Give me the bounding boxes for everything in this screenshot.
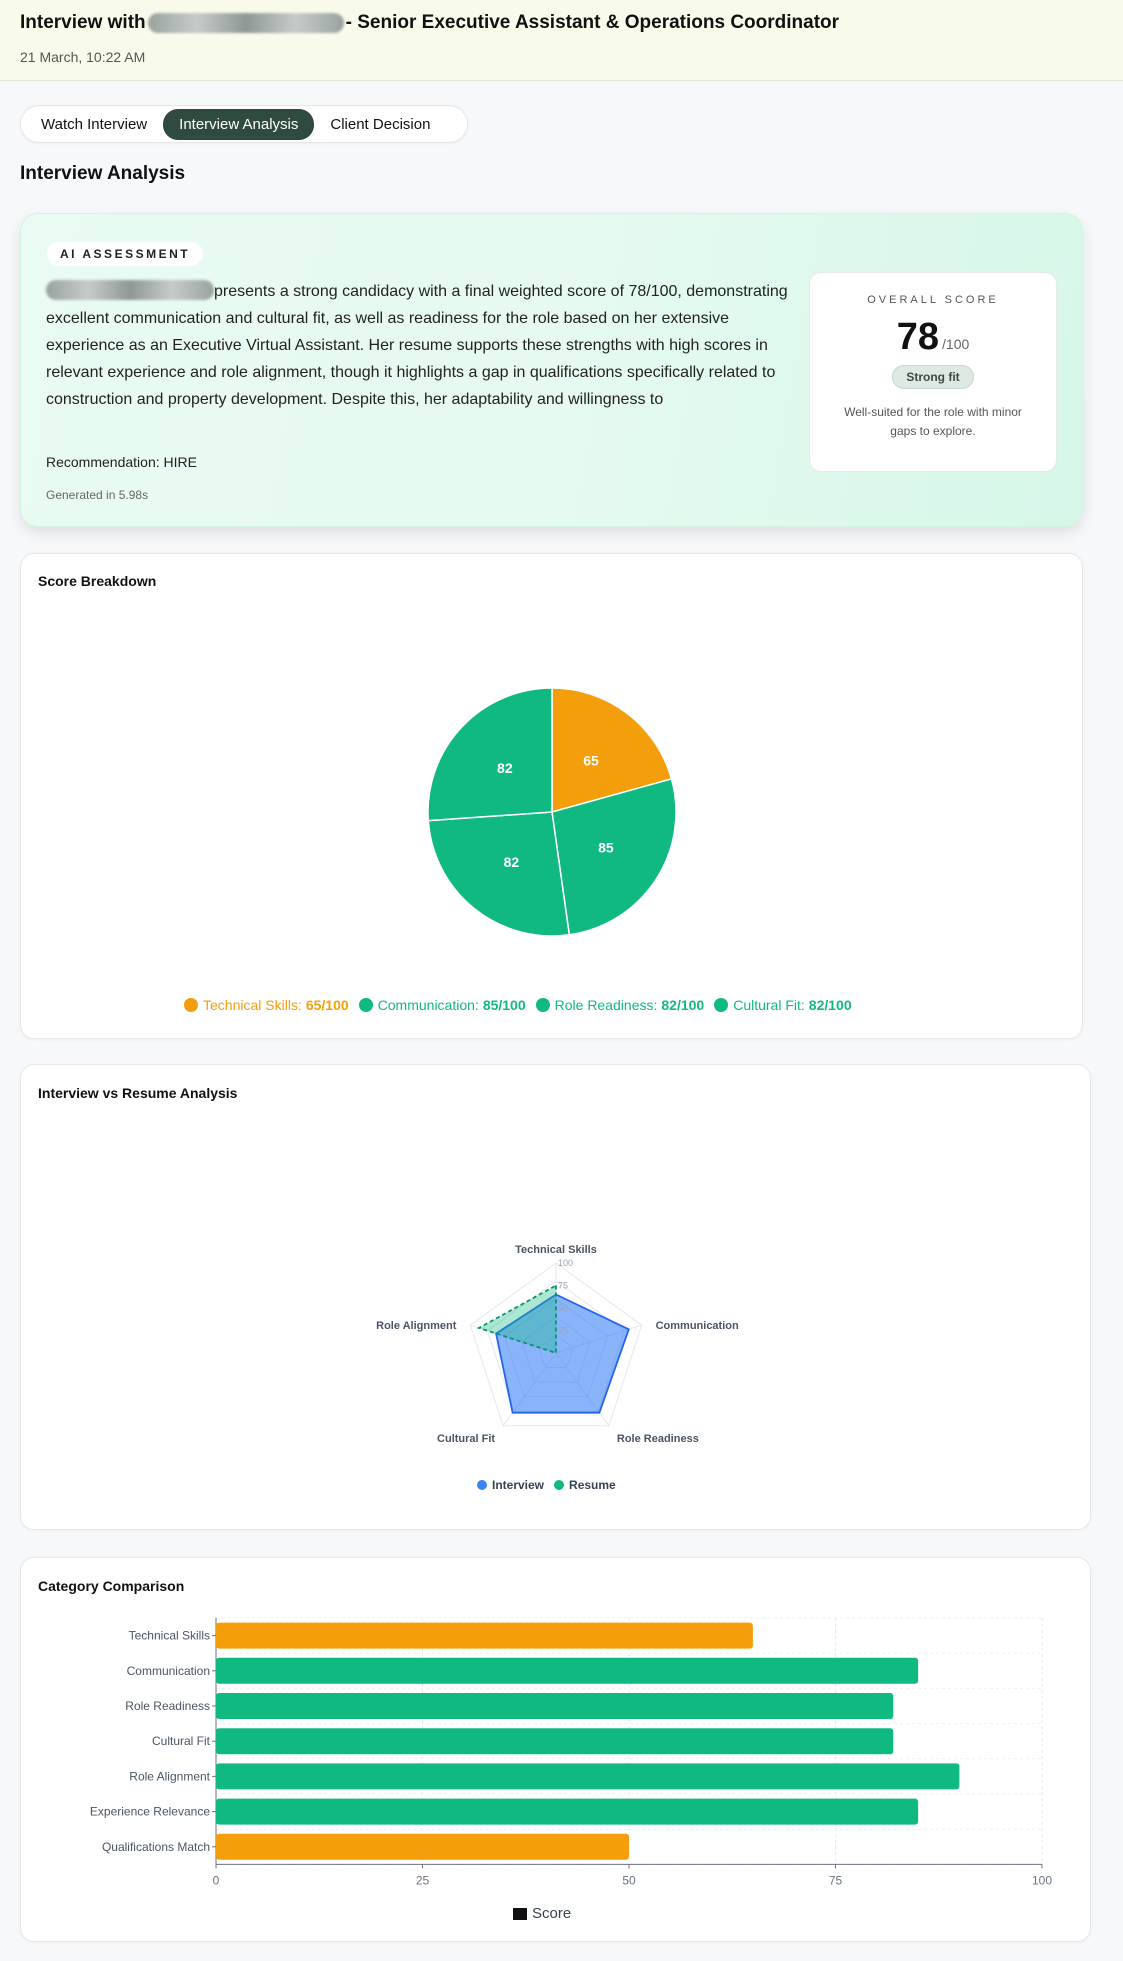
recommendation: Recommendation: HIRE [46, 454, 197, 470]
bar-category-label-qualifications-match: Qualifications Match [102, 1840, 210, 1854]
legend-dot-icon [358, 998, 373, 1012]
bar-legend-item-score[interactable]: Score [513, 1905, 571, 1922]
bar-x-tick-label: 0 [213, 1873, 220, 1887]
pie-label-cultural-fit: 82 [497, 760, 513, 776]
pie-legend-item-role-readiness[interactable]: Role Readiness: 82/100 [535, 997, 705, 1013]
overall-score-max: /100 [942, 336, 970, 352]
legend-value: 82/100 [661, 997, 705, 1013]
category-comparison-card: Category Comparison Technical Skills Comm… [20, 1557, 1091, 1942]
bar-chart-title: Category Comparison [38, 1578, 185, 1594]
pie-legend-item-technical-skills[interactable]: Technical Skills: 65/100 [184, 997, 349, 1013]
page-header: Interview with - Senior Executive Assist… [0, 0, 1123, 81]
fit-badge: Strong fit [892, 365, 974, 389]
bar-legend: Score [513, 1905, 581, 1922]
legend-label: Resume [569, 1478, 616, 1492]
score-breakdown-pie-chart: 65 85 82 82 [427, 687, 677, 937]
bar-category-label-role-readiness: Role Readiness [125, 1699, 210, 1713]
bar-category-label-technical-skills: Technical Skills [129, 1629, 210, 1643]
tab-client-decision[interactable]: Client Decision [314, 109, 446, 140]
bar-category-label-experience-relevance: Experience Relevance [90, 1805, 210, 1819]
radar-tick-label: 75 [558, 1281, 568, 1291]
bar-x-tick-label: 25 [416, 1873, 430, 1887]
radar-axis-label-role-alignment: Role Alignment [376, 1320, 457, 1332]
legend-value: 65/100 [305, 997, 349, 1013]
section-title: Interview Analysis [20, 163, 186, 184]
radar-tick-label: 50 [558, 1303, 568, 1313]
bar-role-alignment[interactable] [216, 1763, 960, 1790]
legend-dot-icon [477, 1480, 487, 1490]
pie-slice-cultural-fit[interactable] [427, 687, 553, 822]
ai-assessment-card: AI ASSESSMENT presents a strong candidac… [20, 213, 1083, 527]
legend-swatch-icon [513, 1907, 527, 1920]
score-breakdown-card: Score Breakdown 65 85 82 82 Technical Skill… [20, 553, 1083, 1039]
bar-communication[interactable] [216, 1657, 919, 1684]
bar-role-readiness[interactable] [216, 1693, 894, 1719]
bar-qualifications-match[interactable] [216, 1833, 629, 1860]
radar-tick-label: 100 [558, 1258, 573, 1268]
radar-tick-label: 25 [558, 1326, 568, 1336]
bar-cultural-fit[interactable] [216, 1728, 894, 1755]
radar-title: Interview vs Resume Analysis [38, 1085, 238, 1101]
tab-interview-analysis[interactable]: Interview Analysis [163, 108, 315, 140]
generation-time: Generated in 5.98s [46, 488, 149, 502]
legend-label: Communication: [377, 997, 479, 1013]
legend-value: 82/100 [808, 997, 852, 1013]
view-tabs: Watch Interview Interview Analysis Clien… [20, 105, 468, 143]
radar-legend-item-resume[interactable]: Resume [554, 1478, 616, 1492]
pie-legend: Technical Skills: 65/100 Communication: 85/… [184, 997, 862, 1013]
pie-label-communication: 85 [598, 839, 614, 855]
overall-score-box: OVERALL SCORE 78/100 Strong fit Well-sui… [809, 272, 1057, 472]
interview-date: 21 March, 10:22 AM [20, 49, 146, 65]
bar-category-label-cultural-fit: Cultural Fit [152, 1734, 211, 1748]
overall-score-label: OVERALL SCORE [867, 294, 999, 306]
pie-label-technical-skills: 65 [583, 753, 599, 769]
bar-x-tick-label: 50 [622, 1873, 636, 1887]
pie-slice-role-readiness[interactable] [427, 811, 571, 937]
pie-label-role-readiness: 82 [504, 854, 520, 870]
ai-assessment-text: presents a strong candidacy with a final… [46, 283, 788, 408]
legend-label: Score [532, 1905, 572, 1922]
radar-chart: 25 50 75 100 Technical Skills Communication Ro… [376, 1244, 739, 1445]
legend-value: 85/100 [482, 997, 526, 1013]
bar-technical-skills[interactable] [216, 1622, 753, 1649]
legend-dot-icon [714, 998, 729, 1012]
redacted-candidate-name [147, 13, 344, 33]
bar-category-label-communication: Communication [127, 1664, 210, 1678]
fit-description: Well-suited for the role with minor gaps… [844, 405, 1022, 438]
radar-axis-label-technical-skills: Technical Skills [515, 1244, 597, 1256]
radar-axis-label-role-readiness: Role Readiness [617, 1433, 699, 1445]
title-suffix: - Senior Executive Assistant & Operation… [345, 12, 840, 33]
legend-label: Role Readiness: [554, 997, 658, 1013]
tab-watch-interview[interactable]: Watch Interview [25, 109, 163, 140]
overall-score-value: 78 [896, 316, 940, 358]
bar-x-tick-label: 75 [829, 1873, 843, 1887]
legend-label: Cultural Fit: [733, 997, 805, 1013]
ai-assessment-summary: presents a strong candidacy with a final… [46, 278, 806, 413]
ai-assessment-badge: AI ASSESSMENT [47, 242, 204, 266]
title-prefix: Interview with [20, 12, 146, 33]
radar-legend-item-interview[interactable]: Interview [477, 1478, 544, 1492]
interview-title: Interview with - Senior Executive Assist… [20, 12, 839, 34]
pie-legend-item-cultural-fit[interactable]: Cultural Fit: 82/100 [714, 997, 852, 1013]
pie-legend-item-communication[interactable]: Communication: 85/100 [358, 997, 526, 1013]
redacted-candidate-name-inline [46, 280, 214, 300]
interview-vs-resume-card: Interview vs Resume Analysis 25 50 75 100 Te… [20, 1064, 1091, 1530]
bar-x-tick-label: 100 [1032, 1873, 1052, 1887]
radar-axis-label-cultural-fit: Cultural Fit [437, 1433, 495, 1445]
legend-label: Interview [492, 1478, 545, 1492]
legend-dot-icon [184, 998, 198, 1012]
bar-category-label-role-alignment: Role Alignment [129, 1769, 210, 1783]
legend-label: Technical Skills: [203, 997, 302, 1013]
radar-legend: Interview Resume [477, 1478, 626, 1492]
category-bar-chart: Technical Skills Communication Role Readin… [90, 1617, 1052, 1887]
radar-axis-label-communication: Communication [656, 1320, 739, 1332]
overall-score: 78/100 [810, 316, 1056, 359]
legend-dot-icon [554, 1480, 565, 1490]
legend-dot-icon [535, 998, 550, 1012]
bar-experience-relevance[interactable] [216, 1798, 919, 1825]
